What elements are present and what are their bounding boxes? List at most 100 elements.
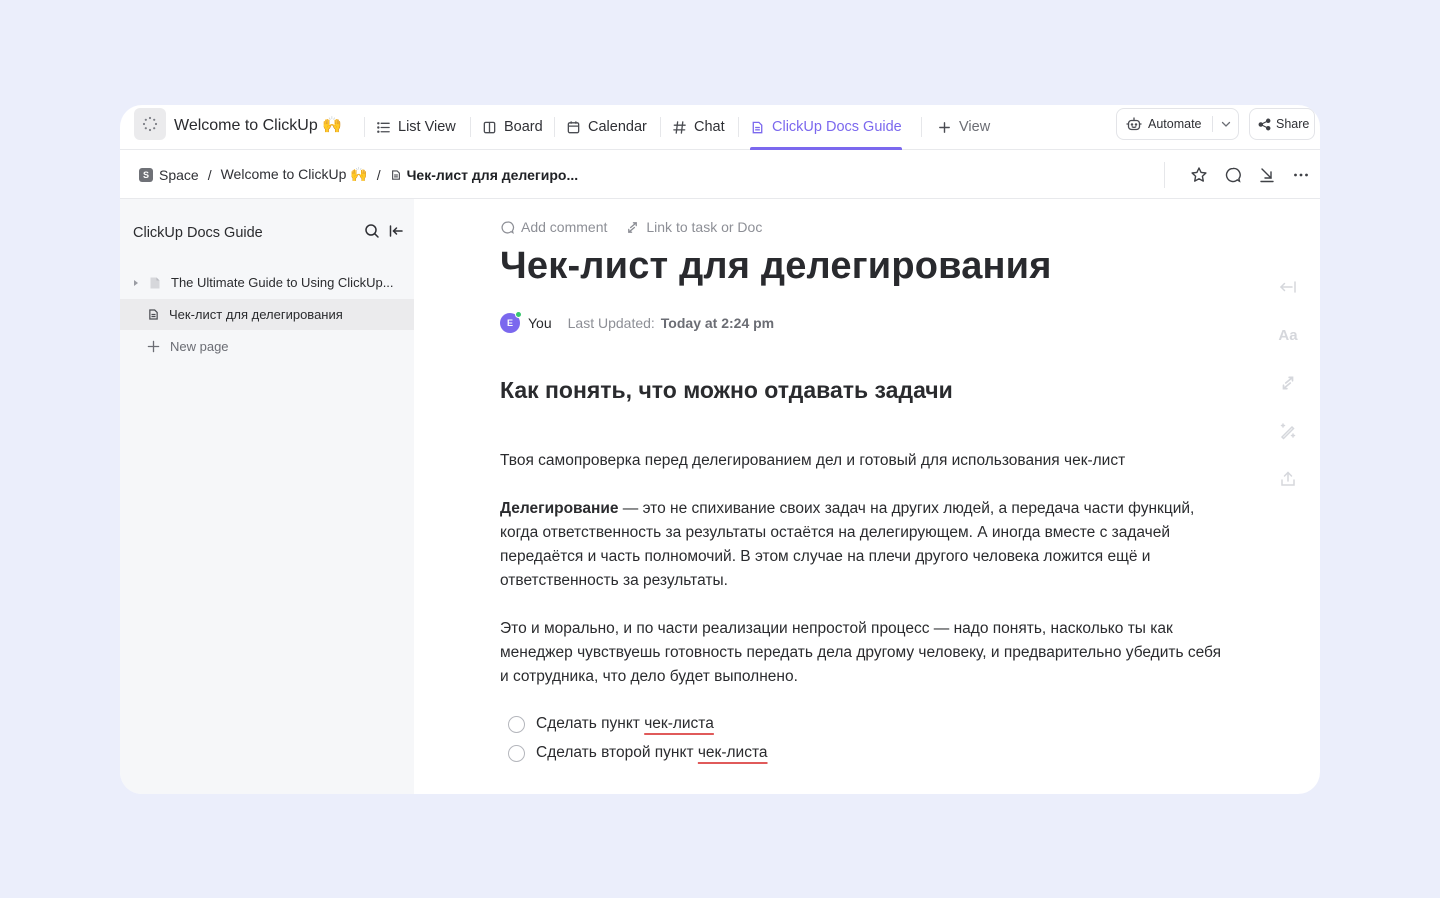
- add-view-button[interactable]: View: [937, 105, 990, 149]
- search-icon[interactable]: [364, 223, 380, 239]
- collapse-button[interactable]: [1250, 158, 1284, 192]
- breadcrumb-space[interactable]: Space: [159, 167, 199, 183]
- automate-label: Automate: [1148, 117, 1202, 131]
- divider: [470, 117, 471, 137]
- share-button[interactable]: Share: [1249, 108, 1315, 140]
- doc-title[interactable]: Чек-лист для делегирования: [500, 245, 1052, 288]
- collapse-sidebar-icon[interactable]: [388, 223, 404, 239]
- intro-paragraph: Твоя самопроверка перед делегированием д…: [500, 452, 1126, 469]
- comment-icon: [501, 220, 515, 234]
- board-icon: [483, 121, 496, 133]
- favorite-button[interactable]: [1182, 158, 1216, 192]
- tab-list-view[interactable]: List View: [376, 105, 456, 149]
- sidebar-item-label: The Ultimate Guide to Using ClickUp...: [171, 275, 394, 290]
- delegation-paragraph: Делегирование — это не спихивание своих …: [500, 497, 1230, 593]
- tab-clickup-docs-guide[interactable]: ClickUp Docs Guide: [750, 105, 902, 150]
- new-page-label: New page: [170, 339, 229, 354]
- divider: [554, 117, 555, 137]
- chevron-down-icon[interactable]: [1219, 117, 1233, 131]
- arrow-down-right-icon: [1260, 167, 1274, 182]
- comments-button[interactable]: [1216, 158, 1250, 192]
- divider: [1164, 161, 1165, 188]
- sidebar-item-ultimate-guide[interactable]: The Ultimate Guide to Using ClickUp...: [120, 267, 414, 298]
- tab-chat[interactable]: Chat: [672, 105, 725, 149]
- upload-icon: [1281, 471, 1295, 486]
- add-comment-label: Add comment: [521, 219, 608, 235]
- typography-button[interactable]: Aa: [1276, 323, 1300, 347]
- share-label: Share: [1276, 117, 1310, 131]
- ai-magic-button[interactable]: [1276, 419, 1300, 443]
- doc-content: Add comment Link to task or Doc Чек-лист…: [414, 199, 1320, 794]
- more-horizontal-icon: [1294, 173, 1308, 176]
- divider: [921, 117, 922, 137]
- link-arrows-icon: [1282, 376, 1294, 390]
- plus-icon: [939, 121, 950, 133]
- tab-board[interactable]: Board: [482, 105, 543, 149]
- space-title[interactable]: Welcome to ClickUp 🙌: [174, 115, 342, 135]
- link-arrows-icon: [628, 221, 638, 233]
- divider: [738, 117, 739, 137]
- doc-meta: E You Last Updated: Today at 2:24 pm: [500, 311, 775, 333]
- doc-icon: [391, 169, 400, 180]
- last-updated-value: Today at 2:24 pm: [660, 315, 775, 331]
- online-status-dot: [515, 311, 522, 318]
- doc-icon: [149, 309, 158, 320]
- app-window: Welcome to ClickUp 🙌 List View Board Cal…: [120, 105, 1320, 794]
- star-icon: [1191, 166, 1207, 182]
- link-task-label: Link to task or Doc: [646, 219, 763, 235]
- breadcrumb-current[interactable]: Чек-лист для делегиро...: [390, 167, 578, 183]
- link-task-button[interactable]: Link to task or Doc: [625, 219, 762, 235]
- robot-icon: [1126, 117, 1142, 131]
- plus-icon: [147, 340, 160, 353]
- magic-wand-icon: [1280, 423, 1296, 440]
- add-view-label: View: [959, 119, 991, 135]
- relationships-button[interactable]: [1276, 371, 1300, 395]
- checklist-checkbox[interactable]: [508, 744, 525, 762]
- breadcrumb-bar: S Space / Welcome to ClickUp 🙌 / Чек-лис…: [120, 150, 1320, 199]
- doc-icon: [752, 121, 763, 133]
- sidebar-item-label: Чек-лист для делегирования: [169, 307, 343, 322]
- new-page-button[interactable]: New page: [120, 331, 414, 362]
- tab-calendar[interactable]: Calendar: [566, 105, 647, 149]
- calendar-icon: [567, 120, 580, 133]
- breadcrumb: S Space / Welcome to ClickUp 🙌 / Чек-лис…: [139, 150, 578, 199]
- page-width-button[interactable]: [1276, 275, 1300, 299]
- arrow-left-to-line-icon: [1279, 281, 1296, 293]
- tab-label: ClickUp Docs Guide: [772, 119, 902, 135]
- typography-icon: Aa: [1278, 326, 1298, 344]
- sidebar-tools: [364, 223, 404, 239]
- section-heading: Как понять, что можно отдавать задачи: [500, 377, 953, 403]
- page-icon: [150, 277, 160, 288]
- tab-label: Board: [504, 119, 543, 135]
- checklist-checkbox[interactable]: [508, 715, 525, 733]
- doc-side-toolbar: Aa: [1276, 275, 1300, 491]
- doc-header-actions: [1164, 150, 1320, 199]
- export-button[interactable]: [1276, 467, 1300, 491]
- sidebar-item-delegation-checklist[interactable]: Чек-лист для делегирования: [120, 299, 414, 330]
- breadcrumb-separator: /: [207, 166, 212, 183]
- automate-button[interactable]: Automate: [1116, 108, 1239, 140]
- breadcrumb-separator: /: [376, 166, 381, 183]
- avatar[interactable]: E: [500, 311, 522, 333]
- author-name: You: [528, 315, 552, 331]
- add-comment-button[interactable]: Add comment: [500, 219, 607, 235]
- process-paragraph: Это и морально, и по части реализации не…: [500, 620, 1221, 685]
- checklist-item-text[interactable]: Сделать второй пункт чек-листа: [536, 744, 768, 762]
- checklist-item-text[interactable]: Сделать пункт чек-листа: [536, 715, 714, 733]
- checklist-text: Сделать пункт: [536, 715, 645, 732]
- hash-icon: [673, 120, 686, 134]
- doc-quick-actions: Add comment Link to task or Doc: [500, 219, 762, 235]
- view-tab-bar: Welcome to ClickUp 🙌 List View Board Cal…: [120, 105, 1320, 150]
- checklist-item: Сделать пункт чек-листа: [508, 715, 714, 733]
- tab-label: List View: [398, 119, 456, 135]
- docs-sidebar: ClickUp Docs Guide The Ultimate Guide to…: [120, 199, 414, 794]
- divider: [660, 117, 661, 137]
- space-icon[interactable]: [134, 108, 166, 140]
- checklist-text: Сделать второй пункт: [536, 744, 698, 761]
- last-updated-label: Last Updated:: [567, 315, 655, 331]
- caret-right-icon[interactable]: [132, 279, 140, 287]
- more-options-button[interactable]: [1284, 158, 1318, 192]
- avatar-initial: E: [506, 318, 513, 328]
- breadcrumb-folder[interactable]: Welcome to ClickUp 🙌: [221, 166, 368, 183]
- divider: [364, 117, 365, 137]
